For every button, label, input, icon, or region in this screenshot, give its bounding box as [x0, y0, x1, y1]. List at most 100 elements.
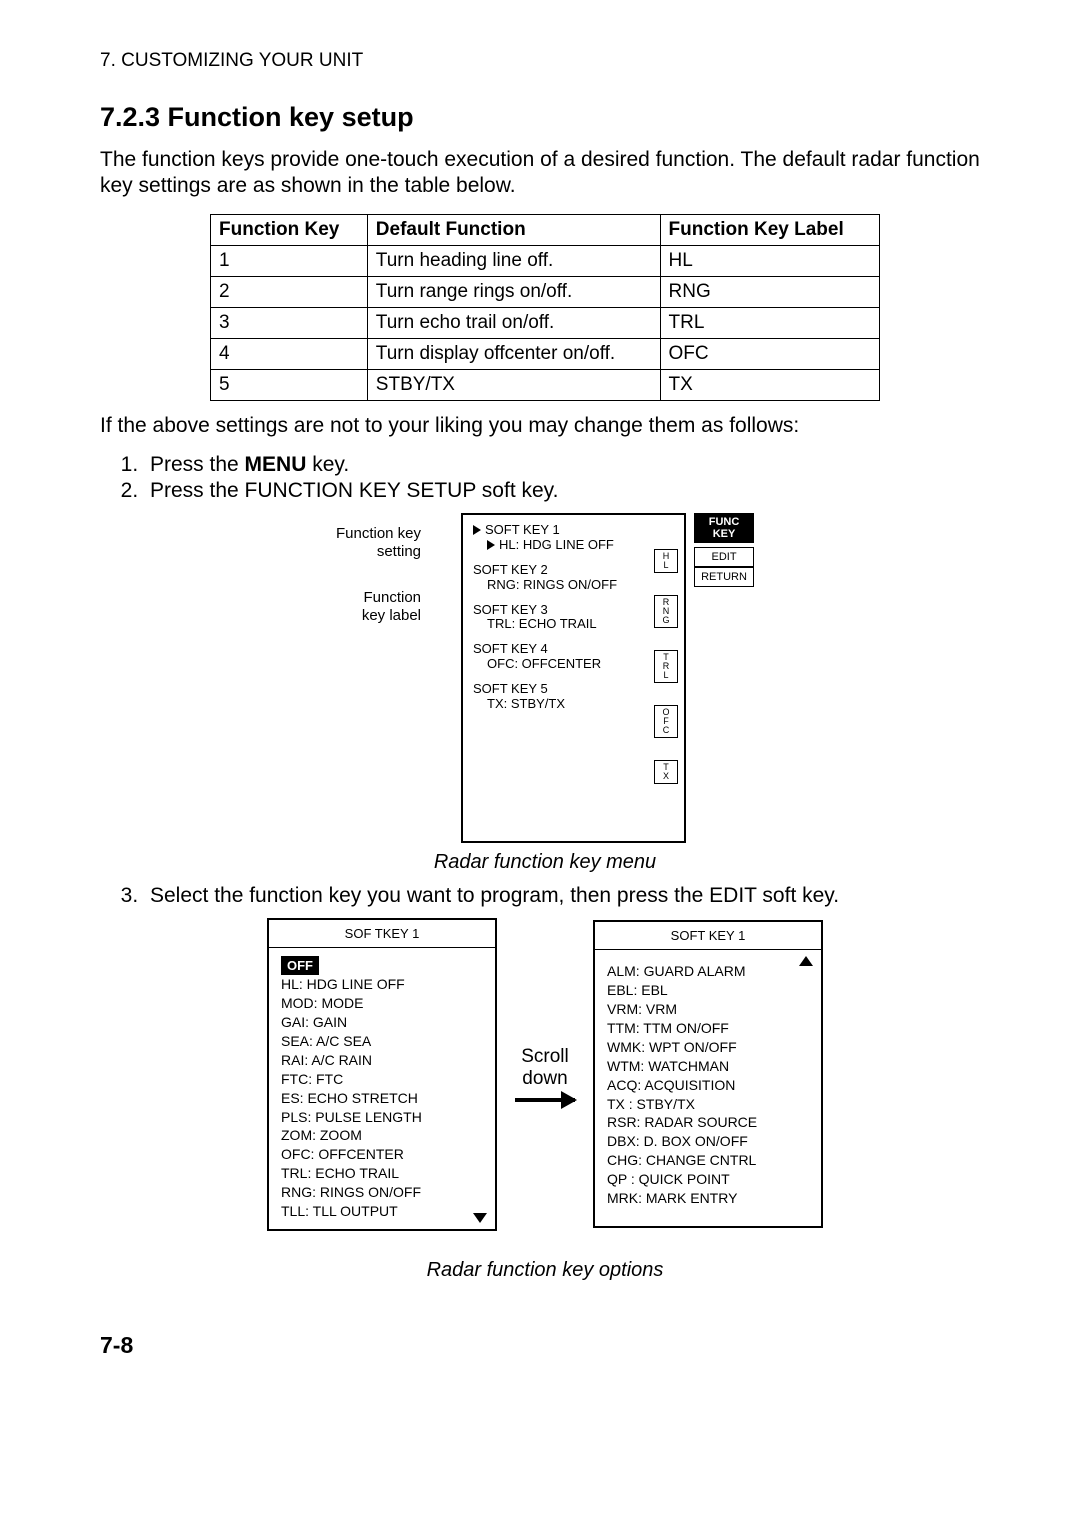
intro-paragraph: The function keys provide one-touch exec…	[100, 147, 990, 200]
cell: Turn range rings on/off.	[367, 276, 660, 307]
figure-2-caption: Radar function key options	[100, 1259, 990, 1282]
key-label-tx: T X	[654, 760, 678, 784]
list-item: MRK: MARK ENTRY	[607, 1189, 809, 1208]
soft-key-2-value: RNG: RINGS ON/OFF	[487, 578, 678, 593]
figure-1-caption: Radar function key menu	[100, 851, 990, 874]
table-row: 2 Turn range rings on/off. RNG	[211, 276, 880, 307]
scroll-down-icon	[473, 1213, 487, 1223]
scroll-up-icon	[799, 956, 813, 966]
list-item: GAI: GAIN	[281, 1013, 483, 1032]
cell: 3	[211, 307, 368, 338]
list-item: FTC: FTC	[281, 1070, 483, 1089]
cell: HL	[660, 245, 879, 276]
soft-key-label-boxes: H L R N G T R L O F C T X	[654, 549, 678, 784]
running-head: 7. CUSTOMIZING YOUR UNIT	[100, 50, 990, 72]
step-2: Press the FUNCTION KEY SETUP soft key.	[144, 479, 990, 503]
list-item: CHG: CHANGE CNTRL	[607, 1151, 809, 1170]
cursor-icon	[487, 540, 495, 550]
table-row: 5 STBY/TX TX	[211, 369, 880, 400]
soft-key-4-value: OFC: OFFCENTER	[487, 657, 678, 672]
cursor-icon	[473, 525, 481, 535]
soft-key-2-title: SOFT KEY 2	[473, 563, 678, 578]
cell: 4	[211, 338, 368, 369]
list-item: PLS: PULSE LENGTH	[281, 1108, 483, 1127]
list-item: RAI: A/C RAIN	[281, 1051, 483, 1070]
list-item: DBX: D. BOX ON/OFF	[607, 1132, 809, 1151]
list-item: TRL: ECHO TRAIL	[281, 1164, 483, 1183]
list-item: RNG: RINGS ON/OFF	[281, 1183, 483, 1202]
step-1-pre: Press the	[150, 453, 245, 476]
cell: TRL	[660, 307, 879, 338]
list-item: TTM: TTM ON/OFF	[607, 1019, 809, 1038]
cell: RNG	[660, 276, 879, 307]
list-item: ES: ECHO STRETCH	[281, 1089, 483, 1108]
soft-key-1-title: SOFT KEY 1	[485, 522, 560, 537]
table-row: 4 Turn display offcenter on/off. OFC	[211, 338, 880, 369]
after-table-text: If the above settings are not to your li…	[100, 413, 990, 439]
soft-key-4-title: SOFT KEY 4	[473, 642, 678, 657]
th-default-function: Default Function	[367, 214, 660, 245]
cell: OFC	[660, 338, 879, 369]
soft-key-5-value: TX: STBY/TX	[487, 697, 678, 712]
table-row: 3 Turn echo trail on/off. TRL	[211, 307, 880, 338]
list-item: SEA: A/C SEA	[281, 1032, 483, 1051]
list-item: OFC: OFFCENTER	[281, 1145, 483, 1164]
right-panel-title: SOFT KEY 1	[595, 922, 821, 950]
key-label-rng: R N G	[654, 595, 678, 628]
cell: Turn display offcenter on/off.	[367, 338, 660, 369]
steps-list: Press the MENU key. Press the FUNCTION K…	[100, 453, 990, 503]
cell: 5	[211, 369, 368, 400]
list-item: WTM: WATCHMAN	[607, 1057, 809, 1076]
callout-function-key-setting: Function key setting	[336, 525, 421, 561]
menu-box: SOFT KEY 1 HL: HDG LINE OFF SOFT KEY 2 R…	[461, 513, 686, 843]
list-item: EBL: EBL	[607, 981, 809, 1000]
return-soft-key: RETURN	[694, 567, 754, 587]
soft-key-1-value: HL: HDG LINE OFF	[499, 537, 614, 552]
list-item: ACQ: ACQUISITION	[607, 1076, 809, 1095]
list-item: RSR: RADAR SOURCE	[607, 1113, 809, 1132]
cell: TX	[660, 369, 879, 400]
key-label-trl: T R L	[654, 650, 678, 683]
options-left-panel: SOF TKEY 1 OFF HL: HDG LINE OFF MOD: MOD…	[267, 918, 497, 1231]
soft-key-3-title: SOFT KEY 3	[473, 603, 678, 618]
figure-function-key-menu: Function key setting Function key label …	[336, 513, 754, 843]
list-item: TLL: TLL OUTPUT	[281, 1202, 483, 1221]
table-row: 1 Turn heading line off. HL	[211, 245, 880, 276]
soft-key-5-title: SOFT KEY 5	[473, 682, 678, 697]
step-1: Press the MENU key.	[144, 453, 990, 477]
selected-option-off: OFF	[281, 956, 319, 976]
function-key-table: Function Key Default Function Function K…	[210, 214, 880, 401]
th-function-key: Function Key	[211, 214, 368, 245]
list-item: ALM: GUARD ALARM	[607, 962, 809, 981]
list-item: QP : QUICK POINT	[607, 1170, 809, 1189]
key-label-hl: H L	[654, 549, 678, 573]
callout-function-key-label: Function key label	[336, 589, 421, 625]
cell: 1	[211, 245, 368, 276]
key-label-ofc: O F C	[654, 705, 678, 738]
cell: Turn echo trail on/off.	[367, 307, 660, 338]
menu-key-label: MENU	[245, 453, 307, 476]
list-item: ZOM: ZOOM	[281, 1126, 483, 1145]
left-panel-title: SOF TKEY 1	[269, 920, 495, 948]
cell: 2	[211, 276, 368, 307]
page-number: 7-8	[100, 1332, 990, 1359]
scroll-indicator: Scroll down	[515, 1046, 575, 1102]
soft-key-3-value: TRL: ECHO TRAIL	[487, 617, 678, 632]
steps-list-cont: Select the function key you want to prog…	[100, 884, 990, 908]
section-heading: 7.2.3 Function key setup	[100, 102, 990, 133]
step-3: Select the function key you want to prog…	[144, 884, 990, 908]
scroll-label: Scroll down	[521, 1046, 569, 1090]
cell: STBY/TX	[367, 369, 660, 400]
edit-soft-key: EDIT	[694, 547, 754, 567]
step-1-post: key.	[306, 453, 349, 476]
th-function-key-label: Function Key Label	[660, 214, 879, 245]
options-right-panel: SOFT KEY 1 ALM: GUARD ALARM EBL: EBL VRM…	[593, 920, 823, 1228]
figure-function-key-options: SOF TKEY 1 OFF HL: HDG LINE OFF MOD: MOD…	[267, 918, 823, 1231]
list-item: TX : STBY/TX	[607, 1095, 809, 1114]
list-item: MOD: MODE	[281, 994, 483, 1013]
soft-key-header: FUNC KEY	[694, 513, 754, 543]
list-item: WMK: WPT ON/OFF	[607, 1038, 809, 1057]
table-header-row: Function Key Default Function Function K…	[211, 214, 880, 245]
list-item: VRM: VRM	[607, 1000, 809, 1019]
arrow-right-icon	[515, 1098, 575, 1102]
